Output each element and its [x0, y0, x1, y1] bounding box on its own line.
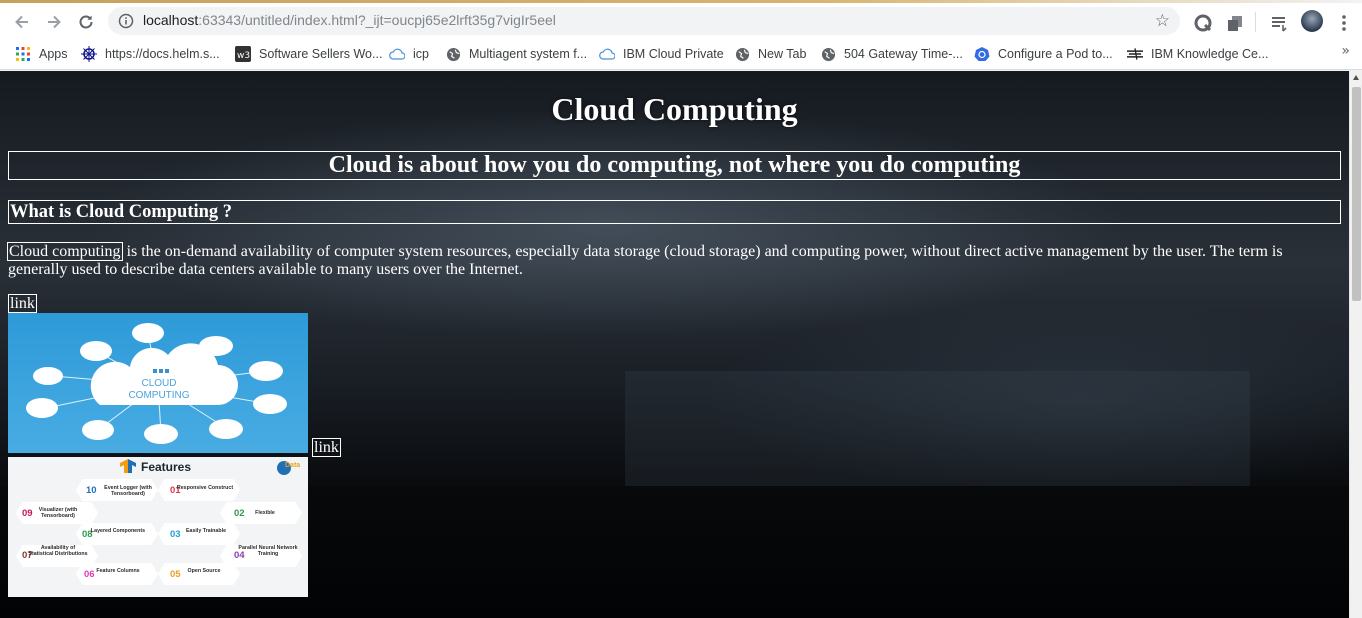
cloud-label-line2: COMPUTING [128, 390, 189, 401]
reload-icon [79, 15, 93, 29]
cloud-label-line1: CLOUD [141, 378, 176, 389]
feature-label: Event Logger (with Tensorboard) [104, 485, 152, 497]
bookmark-ibm-cloud-private[interactable]: IBM Cloud Private [599, 44, 724, 64]
bookmark-label: IBM Cloud Private [623, 47, 724, 61]
helm-icon [81, 46, 97, 62]
page-viewport: Cloud Computing Cloud is about how you d… [0, 71, 1349, 618]
bookmark-software-sellers[interactable]: w3 Software Sellers Wo... [235, 44, 382, 64]
back-arrow-icon [15, 15, 28, 29]
bookmarks-overflow-button[interactable]: » [1341, 43, 1350, 59]
globe-icon [445, 46, 461, 62]
features-title: Features [141, 460, 192, 474]
bookmark-icp[interactable]: icp [389, 44, 429, 64]
ibm-icon [1127, 46, 1143, 62]
reload-button[interactable] [73, 9, 99, 35]
url-path: :63343/untitled/index.html?_ijt=oucpj65e… [198, 12, 556, 28]
back-button[interactable] [9, 9, 35, 35]
feature-label: Flexible [255, 510, 275, 516]
bookmark-apps[interactable]: Apps [15, 44, 68, 64]
feature-number: 10 [86, 485, 97, 496]
extension-q-icon[interactable] [1193, 13, 1213, 33]
tensorflow-logo-icon [120, 459, 136, 473]
browser-toolbar: localhost:63343/untitled/index.html?_ijt… [0, 3, 1362, 39]
info-icon[interactable] [118, 13, 134, 29]
feature-label: Layered Components [90, 528, 146, 534]
data-flair-logo-icon: Data [277, 461, 300, 475]
feature-label: Parallel Neural Network Training [238, 545, 298, 557]
forward-button[interactable] [41, 9, 67, 35]
background-panel [625, 371, 1250, 491]
tagline-heading: Cloud is about how you do computing, not… [8, 151, 1341, 180]
forward-arrow-icon [48, 15, 61, 29]
feature-label: Open Source [187, 568, 221, 574]
address-bar[interactable]: localhost:63343/untitled/index.html?_ijt… [108, 7, 1180, 35]
url-host: localhost [143, 12, 199, 28]
bookmark-label: Apps [39, 47, 68, 61]
definition-paragraph: Cloud computing is the on-demand availab… [7, 242, 1308, 279]
feature-label: Easily Trainable [185, 528, 227, 534]
link-2[interactable]: link [312, 438, 341, 457]
profile-avatar[interactable] [1301, 10, 1323, 32]
apps-grid-icon [15, 46, 31, 62]
svg-text:Data: Data [285, 462, 300, 469]
bookmark-label: 504 Gateway Time-... [844, 47, 963, 61]
bookmark-label: Multiagent system f... [469, 47, 588, 61]
bookmark-new-tab[interactable]: New Tab [734, 44, 806, 64]
bookmarks-bar: Apps https://docs.helm.s... w3 Software … [0, 39, 1362, 70]
cloud-diagram-illustration: CLOUD COMPUTING [26, 323, 287, 444]
w3-icon: w3 [235, 46, 251, 62]
bookmark-label: IBM Knowledge Ce... [1151, 47, 1269, 61]
bookmark-label: Configure a Pod to... [998, 47, 1113, 61]
bookmark-star-icon[interactable]: ☆ [1155, 11, 1170, 31]
link-1[interactable]: link [8, 294, 37, 313]
bookmark-label: https://docs.helm.s... [105, 47, 220, 61]
features-image[interactable]: Features Data 10 Event Logger (with Tens… [8, 457, 308, 597]
feature-label: Availability of Statistical Distribution… [28, 545, 88, 557]
bookmark-label: icp [413, 47, 429, 61]
feature-label: Responsive Construct [176, 485, 234, 491]
extension-copy-icon[interactable] [1225, 13, 1245, 33]
reading-list-icon[interactable] [1269, 13, 1289, 33]
bookmark-configure-pod[interactable]: Configure a Pod to... [974, 44, 1113, 64]
vertical-scrollbar[interactable] [1349, 71, 1362, 618]
menu-kebab-icon[interactable] [1334, 13, 1354, 33]
section-heading: What is Cloud Computing ? [8, 200, 1341, 224]
bookmark-multiagent[interactable]: Multiagent system f... [445, 44, 587, 64]
bookmark-helm-docs[interactable]: https://docs.helm.s... [81, 44, 220, 64]
scroll-up-arrow-icon[interactable] [1353, 75, 1359, 80]
term-cloud-computing: Cloud computing [7, 242, 123, 261]
page-title: Cloud Computing [551, 91, 798, 127]
toolbar-divider [1255, 12, 1256, 32]
scrollbar-thumb[interactable] [1352, 87, 1361, 301]
bookmark-ibm-knowledge[interactable]: IBM Knowledge Ce... [1127, 44, 1268, 64]
definition-text: is the on-demand availability of compute… [8, 243, 1283, 278]
kubernetes-icon [974, 46, 990, 62]
globe-icon [734, 46, 750, 62]
bookmark-label: Software Sellers Wo... [259, 47, 383, 61]
globe-icon [820, 46, 836, 62]
bookmark-504-gateway[interactable]: 504 Gateway Time-... [820, 44, 963, 64]
cloud-icon [389, 46, 405, 62]
bookmark-label: New Tab [758, 47, 807, 61]
feature-label: Feature Columns [96, 568, 140, 574]
cloud-computing-image[interactable]: CLOUD COMPUTING [8, 313, 308, 453]
address-url: localhost:63343/untitled/index.html?_ijt… [143, 12, 556, 28]
cloud-icon [599, 46, 615, 62]
feature-label: Visualizer (with Tensorboard) [38, 507, 78, 519]
svg-text:w3: w3 [237, 51, 250, 61]
